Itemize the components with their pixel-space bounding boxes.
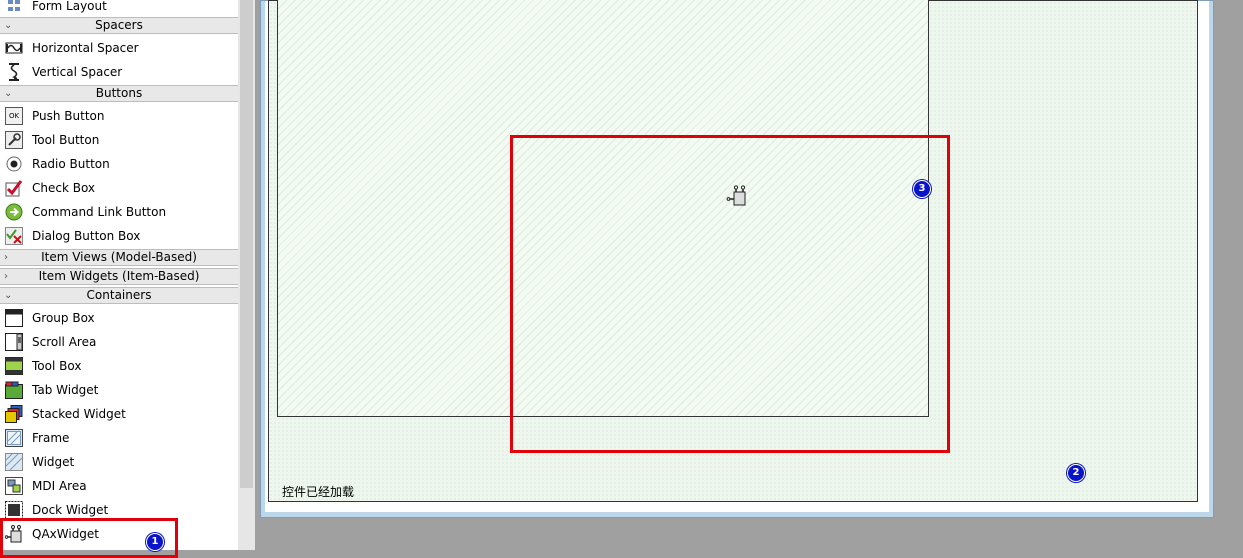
- widget-item-label: Tool Box: [32, 359, 82, 373]
- widget-item-stacked-widget[interactable]: Stacked Widget: [0, 402, 238, 426]
- widget-item-check-box[interactable]: Check Box: [0, 176, 238, 200]
- scroll-area-icon: [5, 333, 23, 351]
- category-label: Item Widgets (Item-Based): [38, 269, 200, 283]
- widget-item-group-box[interactable]: Group Box: [0, 306, 238, 330]
- radio-button-icon: [5, 155, 23, 173]
- widget-item-label: Check Box: [32, 181, 96, 195]
- widget-item-label: Tool Button: [32, 133, 100, 147]
- category-label: Item Views (Model-Based): [41, 250, 197, 264]
- category-item-widgets[interactable]: › Item Widgets (Item-Based): [0, 268, 238, 285]
- vertical-spacer-icon: [5, 63, 23, 81]
- form-layout-icon: [5, 0, 23, 15]
- category-label: Buttons: [95, 86, 143, 100]
- widget-item-push-button[interactable]: OK Push Button: [0, 104, 238, 128]
- widget-item-label: Group Box: [32, 311, 95, 325]
- group-box-icon: [5, 309, 23, 327]
- widget-item-label: MDI Area: [32, 479, 87, 493]
- tool-button-icon: [5, 131, 23, 149]
- push-button-icon: OK: [5, 107, 23, 125]
- widget-item-label: Vertical Spacer: [32, 65, 123, 79]
- widget-item-form-layout[interactable]: Form Layout: [0, 0, 238, 18]
- control-loaded-label: 控件已经加载: [282, 485, 355, 499]
- category-buttons[interactable]: ⌄ Buttons: [0, 85, 238, 102]
- widget-item-label: Stacked Widget: [32, 407, 126, 421]
- widget-item-radio-button[interactable]: Radio Button: [0, 152, 238, 176]
- check-box-icon: [5, 179, 23, 197]
- widget-item-widget[interactable]: Widget: [0, 450, 238, 474]
- widget-item-label: Push Button: [32, 109, 105, 123]
- category-label: Spacers: [95, 18, 143, 32]
- step-badge-2: 2: [1067, 464, 1085, 482]
- widget-item-label: Scroll Area: [32, 335, 97, 349]
- widget-item-label: Frame: [32, 431, 70, 445]
- widget-item-dialog-button-box[interactable]: Dialog Button Box: [0, 224, 238, 248]
- widget-item-command-link-button[interactable]: Command Link Button: [0, 200, 238, 224]
- widget-item-label: Radio Button: [32, 157, 110, 171]
- push-button-icon-text: OK: [8, 112, 20, 120]
- widget-item-label: Tab Widget: [32, 383, 99, 397]
- widget-item-label: Widget: [32, 455, 75, 469]
- widget-item-tool-button[interactable]: Tool Button: [0, 128, 238, 152]
- widget-item-label: Command Link Button: [32, 205, 167, 219]
- frame-icon: [5, 429, 23, 447]
- dialog-button-box-icon: [5, 227, 23, 245]
- widget-box-panel: Form Layout ⌄ Spacers Horizontal Spacer …: [0, 0, 238, 550]
- widget-item-scroll-area[interactable]: Scroll Area: [0, 330, 238, 354]
- step-badge-1: 1: [146, 533, 164, 551]
- widget-item-frame[interactable]: Frame: [0, 426, 238, 450]
- highlight-box-placeholder: [510, 135, 950, 453]
- widget-box-scrollbar-thumb[interactable]: [240, 0, 253, 488]
- tab-widget-icon: [5, 381, 23, 399]
- widget-item-label: Form Layout: [32, 0, 107, 13]
- step-badge-3: 3: [913, 180, 931, 198]
- horizontal-spacer-icon: [5, 39, 23, 57]
- widget-item-mdi-area[interactable]: MDI Area: [0, 474, 238, 498]
- command-link-arrow-icon: [5, 203, 23, 221]
- widget-item-tool-box[interactable]: Tool Box: [0, 354, 238, 378]
- widget-item-label: Dialog Button Box: [32, 229, 141, 243]
- category-containers[interactable]: ⌄ Containers: [0, 287, 238, 304]
- category-label: Containers: [86, 288, 152, 302]
- category-item-views[interactable]: › Item Views (Model-Based): [0, 249, 238, 266]
- widget-item-vertical-spacer[interactable]: Vertical Spacer: [0, 60, 238, 84]
- widget-item-tab-widget[interactable]: Tab Widget: [0, 378, 238, 402]
- widget-item-label: Horizontal Spacer: [32, 41, 139, 55]
- category-spacers[interactable]: ⌄ Spacers: [0, 17, 238, 34]
- dock-widget-icon: [5, 501, 23, 519]
- widget-icon: [5, 453, 23, 471]
- stacked-widget-icon: [5, 405, 23, 423]
- widget-item-horizontal-spacer[interactable]: Horizontal Spacer: [0, 36, 238, 60]
- tool-box-icon: [5, 357, 23, 375]
- mdi-area-icon: [5, 477, 23, 495]
